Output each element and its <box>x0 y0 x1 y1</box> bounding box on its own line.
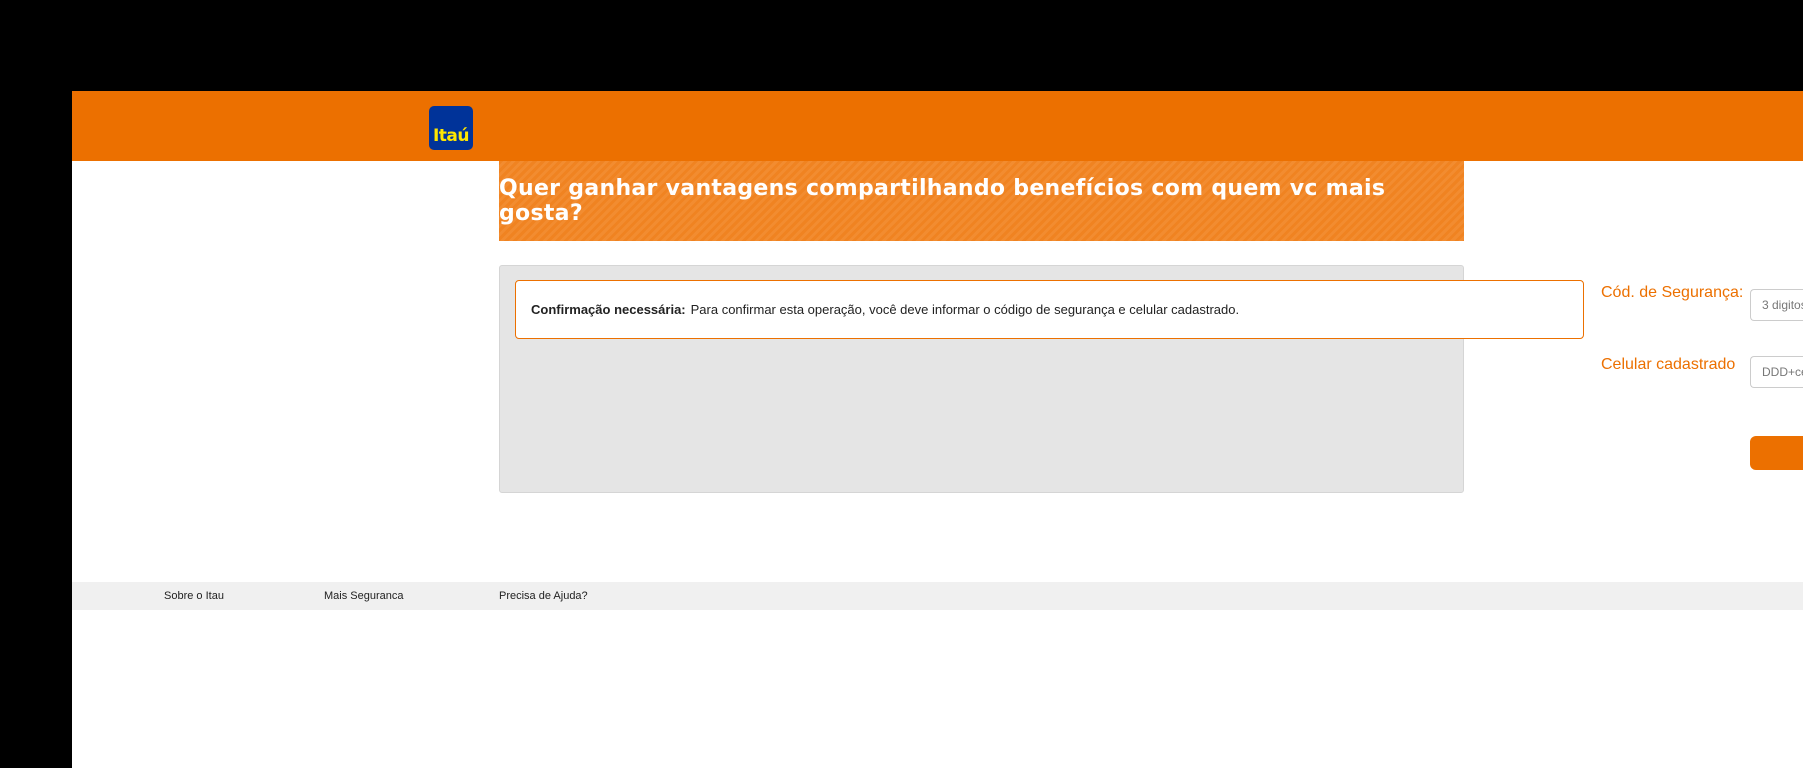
banner-title: Quer ganhar vantagens compartilhando ben… <box>499 176 1386 226</box>
notice-title: Confirmação necessária: <box>531 302 686 317</box>
phone-label: Celular cadastrado <box>1601 356 1736 373</box>
phone-input[interactable] <box>1750 356 1803 388</box>
confirm-button[interactable] <box>1750 436 1803 470</box>
top-bar: Itaú <box>72 91 1803 161</box>
footer-bar: Sobre o Itau Mais Seguranca Precisa de A… <box>72 582 1803 610</box>
confirmation-notice: Confirmação necessária: Para confirmar e… <box>515 280 1584 339</box>
footer-link-seguranca[interactable]: Mais Seguranca <box>324 582 404 610</box>
security-code-label: Cód. de Segurança: <box>1601 284 1744 301</box>
page: Itaú Quer ganhar vantagens compartilhand… <box>72 91 1803 768</box>
footer-link-sobre[interactable]: Sobre o Itau <box>164 582 224 610</box>
notice-message: Para confirmar esta operação, você deve … <box>690 302 1240 317</box>
promo-banner: Quer ganhar vantagens compartilhando ben… <box>499 161 1464 241</box>
itau-logo[interactable]: Itaú <box>429 106 473 150</box>
security-code-input[interactable] <box>1750 289 1803 321</box>
footer-link-ajuda[interactable]: Precisa de Ajuda? <box>499 582 588 610</box>
logo-text: Itaú <box>432 126 470 146</box>
